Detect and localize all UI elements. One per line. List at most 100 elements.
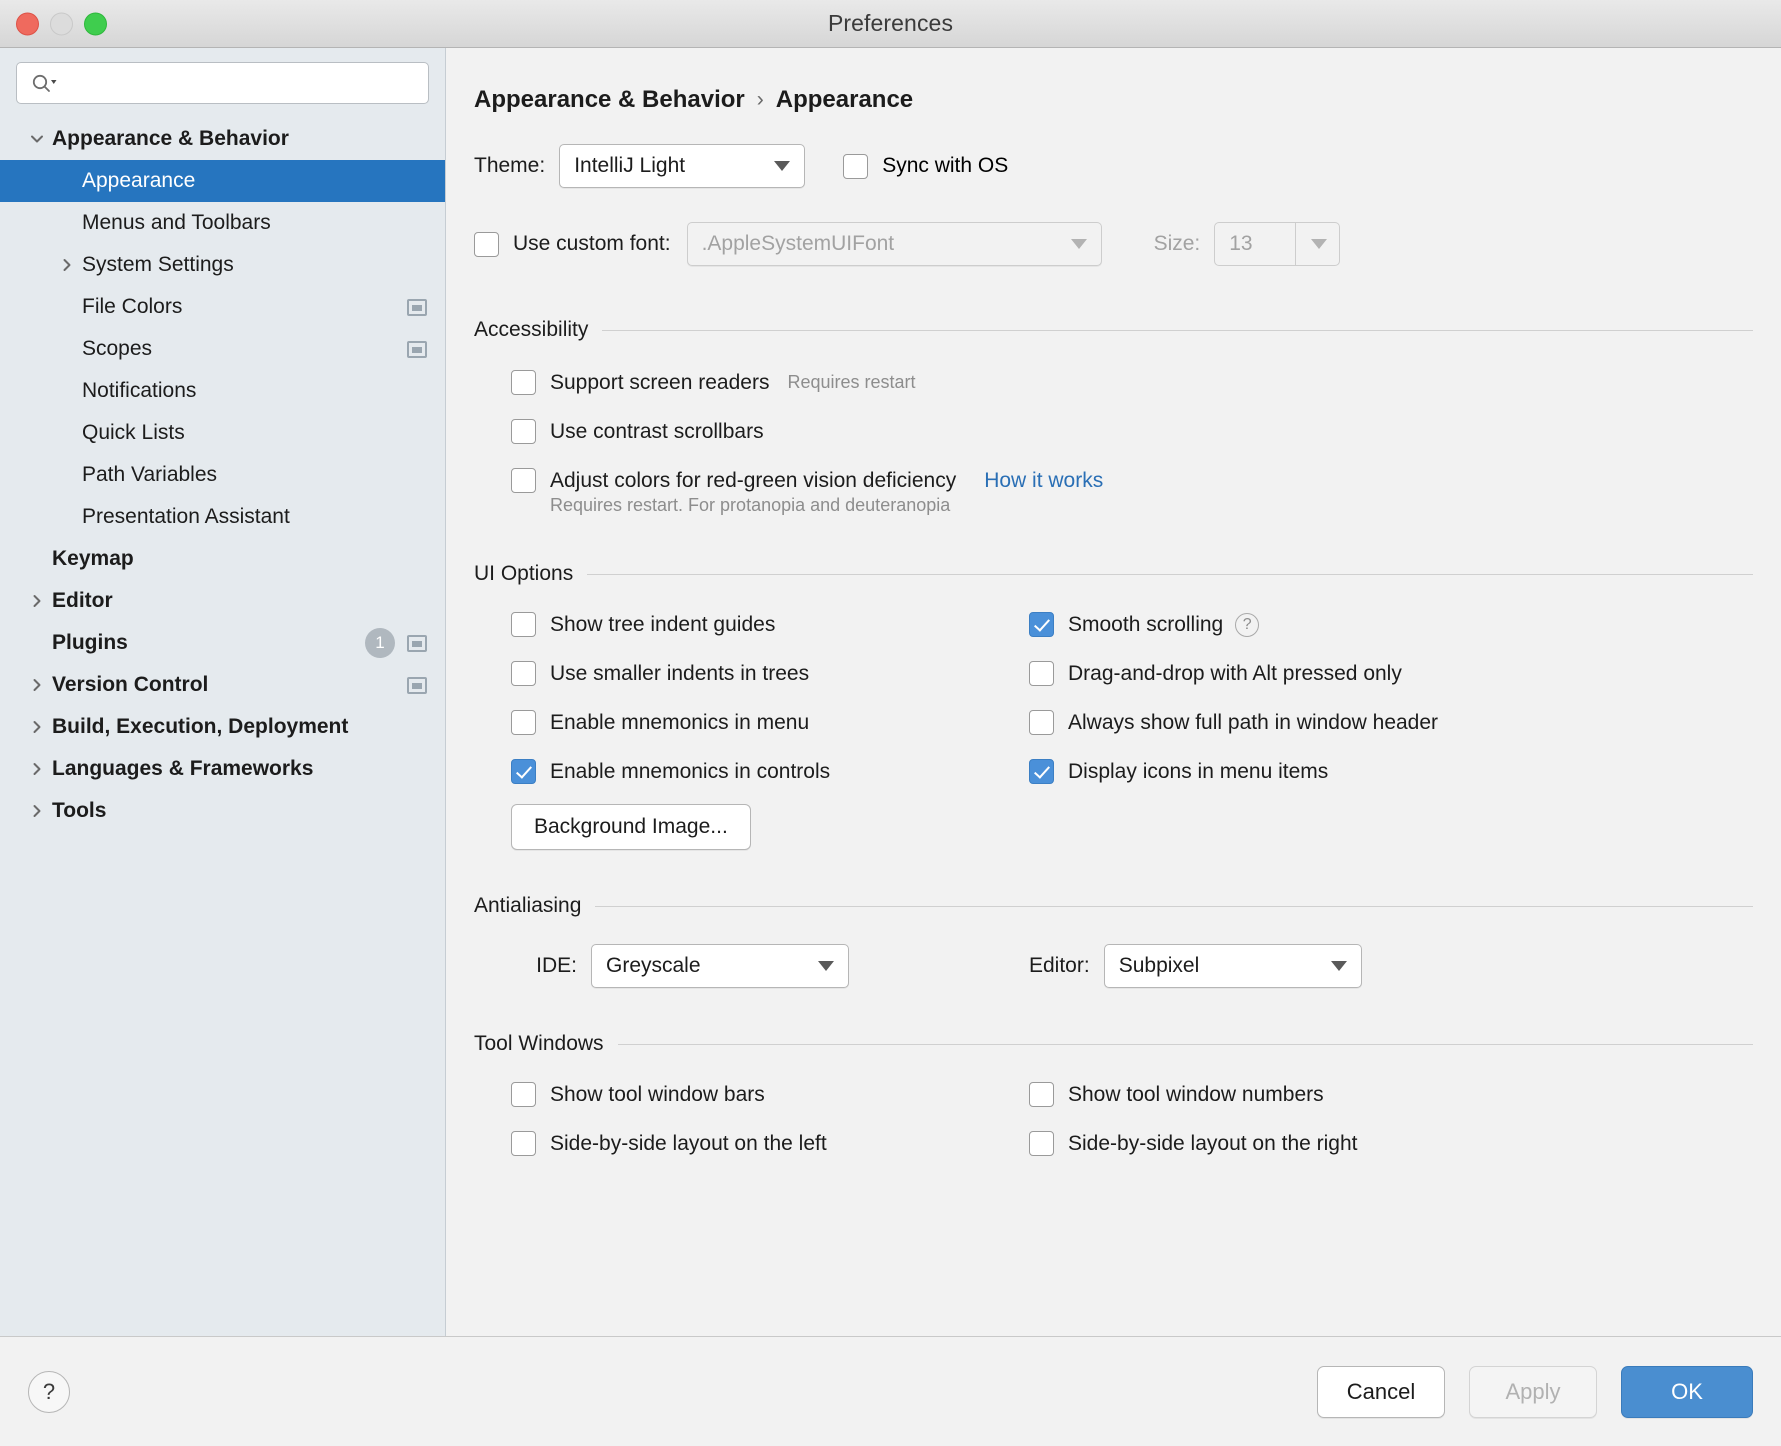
help-button[interactable]: ? — [28, 1370, 70, 1413]
use-custom-font-checkbox[interactable] — [474, 231, 499, 257]
sidebar-item-appearance-behavior[interactable]: Appearance & Behavior — [0, 118, 445, 160]
enable-mnemonics-in-controls-checkbox[interactable] — [511, 759, 536, 784]
ide-antialiasing-label: IDE: — [536, 954, 577, 977]
show-tree-indent-guides-label: Show tree indent guides — [550, 612, 776, 636]
sidebar-item-keymap[interactable]: Keymap — [0, 538, 445, 580]
ok-button[interactable]: OK — [1621, 1365, 1753, 1418]
divider — [587, 573, 1753, 575]
editor-antialiasing-value: Subpixel — [1118, 954, 1200, 977]
sidebar-item-tools[interactable]: Tools — [0, 790, 445, 832]
sidebar-item-quick-lists[interactable]: Quick Lists — [0, 412, 445, 454]
tool-windows-right-column: Show tool window numbers Side-by-side la… — [1029, 1082, 1753, 1180]
chevron-right-icon[interactable] — [22, 718, 52, 736]
tool-windows-title: Tool Windows — [474, 1032, 604, 1055]
smooth-scrolling-checkbox[interactable] — [1029, 612, 1054, 637]
mnemonics-controls-row: Enable mnemonics in controls — [511, 759, 1029, 784]
ui-options-right-column: Smooth scrolling ? Drag-and-drop with Al… — [1029, 612, 1753, 850]
sync-with-os-label: Sync with OS — [882, 154, 1009, 177]
project-level-icon — [407, 676, 427, 694]
search-input[interactable] — [57, 72, 418, 94]
sidebar-item-system-settings[interactable]: System Settings — [0, 244, 445, 286]
use-smaller-indents-label: Use smaller indents in trees — [550, 661, 810, 685]
use-smaller-indents-checkbox[interactable] — [511, 661, 536, 686]
sidebar-item-file-colors[interactable]: File Colors — [0, 286, 445, 328]
project-level-icon — [407, 634, 427, 652]
sync-with-os-checkbox[interactable] — [843, 153, 869, 179]
show-tree-indent-guides-checkbox[interactable] — [511, 612, 536, 637]
chevron-right-icon[interactable] — [22, 802, 52, 820]
dialog-body: Appearance & Behavior Appearance Menus and… — [0, 48, 1781, 1336]
theme-select[interactable]: IntelliJ Light — [559, 144, 806, 188]
divider — [595, 905, 1753, 907]
how-it-works-link[interactable]: How it works — [984, 469, 1103, 493]
minimize-window-button[interactable] — [50, 12, 73, 35]
apply-button[interactable]: Apply — [1469, 1365, 1597, 1418]
adjust-colors-checkbox[interactable] — [511, 468, 536, 493]
custom-font-select[interactable]: .AppleSystemUIFont — [686, 222, 1102, 266]
display-icons-in-menu-items-checkbox[interactable] — [1029, 759, 1054, 784]
sidebar-item-languages-frameworks[interactable]: Languages & Frameworks — [0, 748, 445, 790]
project-level-icon — [407, 298, 427, 316]
font-size-value: 13 — [1229, 232, 1253, 255]
support-screen-readers-checkbox[interactable] — [511, 370, 536, 395]
sidebar-item-label: Scopes — [82, 337, 153, 360]
chevron-right-icon[interactable] — [22, 676, 52, 694]
sidebar-item-notifications[interactable]: Notifications — [0, 370, 445, 412]
ui-options-group-header: UI Options — [474, 562, 1753, 586]
tool-windows-group-header: Tool Windows — [474, 1032, 1753, 1056]
sidebar-item-label: Editor — [52, 589, 113, 612]
always-show-full-path-checkbox[interactable] — [1029, 710, 1054, 735]
font-size-label: Size: — [1153, 232, 1201, 255]
side-by-side-right-row: Side-by-side layout on the right — [1029, 1131, 1753, 1156]
help-icon[interactable]: ? — [1235, 612, 1260, 637]
show-tool-window-bars-checkbox[interactable] — [511, 1082, 536, 1107]
breadcrumb-parent[interactable]: Appearance & Behavior — [474, 86, 745, 114]
use-contrast-scrollbars-checkbox[interactable] — [511, 419, 536, 444]
sidebar-item-menus-and-toolbars[interactable]: Menus and Toolbars — [0, 202, 445, 244]
sidebar-item-editor[interactable]: Editor — [0, 580, 445, 622]
accessibility-group-header: Accessibility — [474, 318, 1753, 342]
maximize-window-button[interactable] — [84, 12, 107, 35]
enable-mnemonics-in-controls-label: Enable mnemonics in controls — [550, 759, 831, 783]
close-window-button[interactable] — [16, 12, 39, 35]
display-icons-menu-items-row: Display icons in menu items — [1029, 759, 1753, 784]
chevron-right-icon[interactable] — [22, 760, 52, 778]
sidebar-item-path-variables[interactable]: Path Variables — [0, 454, 445, 496]
support-screen-readers-row: Support screen readers Requires restart — [511, 370, 1753, 395]
divider — [602, 329, 1753, 331]
search-box[interactable] — [16, 62, 429, 104]
use-contrast-scrollbars-row: Use contrast scrollbars — [511, 419, 1753, 444]
sidebar-item-version-control[interactable]: Version Control — [0, 664, 445, 706]
chevron-down-icon — [1311, 239, 1328, 249]
accessibility-title: Accessibility — [474, 318, 589, 341]
drag-and-drop-alt-label: Drag-and-drop with Alt pressed only — [1068, 661, 1402, 685]
search-container — [0, 62, 445, 118]
show-tree-indent-guides-row: Show tree indent guides — [511, 612, 1029, 637]
custom-font-value: .AppleSystemUIFont — [701, 232, 895, 255]
support-screen-readers-label: Support screen readers — [550, 370, 770, 394]
font-size-stepper[interactable]: 13 — [1214, 222, 1341, 266]
background-image-button[interactable]: Background Image... — [511, 804, 751, 850]
chevron-right-icon[interactable] — [52, 256, 82, 274]
sidebar-item-plugins[interactable]: Plugins 1 — [0, 622, 445, 664]
side-by-side-right-checkbox[interactable] — [1029, 1131, 1054, 1156]
chevron-down-icon[interactable] — [22, 130, 52, 148]
editor-antialiasing-select[interactable]: Subpixel — [1103, 944, 1362, 988]
enable-mnemonics-in-menu-checkbox[interactable] — [511, 710, 536, 735]
tool-windows-left-column: Show tool window bars Side-by-side layou… — [511, 1082, 1029, 1180]
chevron-right-icon[interactable] — [22, 592, 52, 610]
sidebar-item-presentation-assistant[interactable]: Presentation Assistant — [0, 496, 445, 538]
sidebar-item-build-execution-deployment[interactable]: Build, Execution, Deployment — [0, 706, 445, 748]
show-tool-window-numbers-checkbox[interactable] — [1029, 1082, 1054, 1107]
sidebar-item-label: Keymap — [52, 547, 134, 570]
sidebar-item-scopes[interactable]: Scopes — [0, 328, 445, 370]
side-by-side-right-label: Side-by-side layout on the right — [1068, 1131, 1358, 1155]
drag-and-drop-alt-checkbox[interactable] — [1029, 661, 1054, 686]
side-by-side-left-checkbox[interactable] — [511, 1131, 536, 1156]
sidebar-item-appearance[interactable]: Appearance — [0, 160, 445, 202]
custom-font-row: Use custom font: .AppleSystemUIFont Size… — [474, 222, 1753, 266]
sidebar-item-label: Appearance & Behavior — [52, 127, 289, 150]
ide-antialiasing-select[interactable]: Greyscale — [591, 944, 849, 988]
enable-mnemonics-in-menu-label: Enable mnemonics in menu — [550, 710, 810, 734]
cancel-button[interactable]: Cancel — [1317, 1365, 1445, 1418]
